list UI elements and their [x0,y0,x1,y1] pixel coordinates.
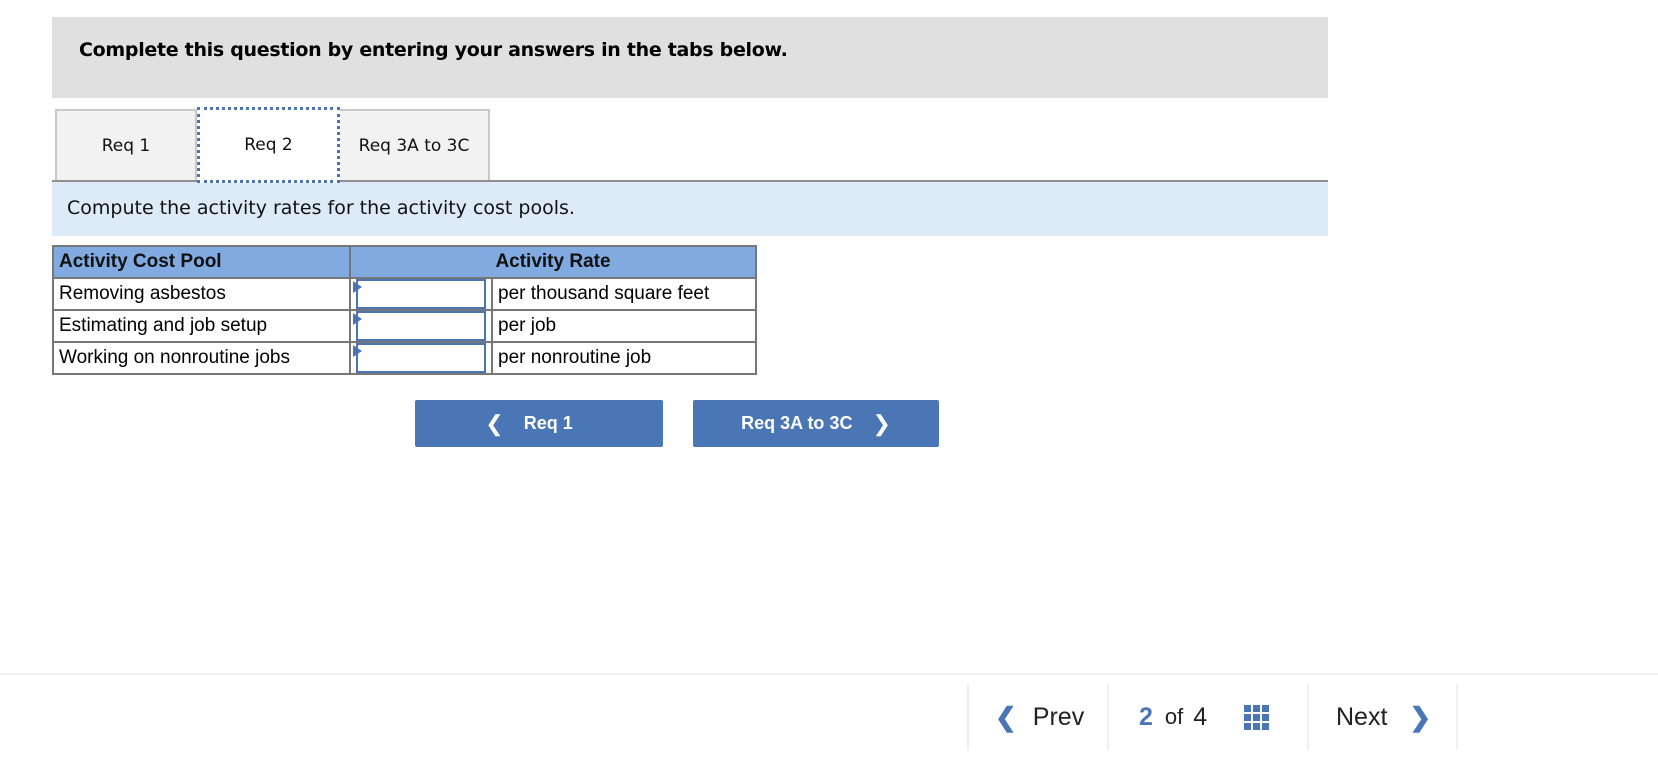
tab-req-1[interactable]: Req 1 [55,109,197,181]
input-marker-icon [353,345,362,357]
instructions-text: Complete this question by entering your … [79,39,788,61]
rate-unit: per nonroutine job [491,341,757,375]
footer-separator [967,684,969,750]
page-grid-button[interactable] [1244,684,1269,750]
prompt-banner: Compute the activity rates for the activ… [52,182,1328,236]
activity-rate-input-removing-asbestos[interactable] [356,279,486,309]
activity-rate-input-nonroutine-jobs[interactable] [356,343,486,373]
next-req-button[interactable]: Req 3A to 3C ❯ [693,400,939,447]
header-activity-rate: Activity Rate [349,245,757,279]
footer-separator [1107,684,1109,750]
tab-req-3a-to-3c[interactable]: Req 3A to 3C [340,109,490,181]
prompt-text: Compute the activity rates for the activ… [67,197,575,219]
cost-pool-name: Estimating and job setup [52,309,351,343]
activity-rate-table: Activity Cost Pool Activity Rate Removin… [52,245,757,375]
table-row: Estimating and job setup per job [52,309,757,343]
of-label: of [1164,704,1184,729]
activity-rate-input-estimating-job-setup[interactable] [356,311,486,341]
footer-prev-label: Prev [1032,702,1085,731]
footer-separator [1456,684,1458,750]
table-row: Removing asbestos per thousand square fe… [52,277,757,311]
footer-next-button[interactable]: Next ❯ [1336,684,1431,750]
rate-unit: per thousand square feet [491,277,757,311]
grid-icon [1244,704,1269,730]
next-req-label: Req 3A to 3C [741,413,853,433]
input-marker-icon [353,313,362,325]
prev-req-button[interactable]: ❮ Req 1 [415,400,663,447]
current-page: 2 [1139,702,1153,731]
chevron-right-icon: ❯ [1409,701,1432,732]
table-row: Working on nonroutine jobs per nonroutin… [52,341,757,375]
instructions-banner: Complete this question by entering your … [52,17,1328,98]
tab-req-2[interactable]: Req 2 [197,107,340,183]
table-header-row: Activity Cost Pool Activity Rate [52,245,757,279]
prev-req-label: Req 1 [523,413,573,433]
chevron-left-icon: ❮ [485,410,504,436]
chevron-right-icon: ❯ [872,410,891,436]
rate-unit: per job [491,309,757,343]
input-marker-icon [353,281,362,293]
cost-pool-name: Removing asbestos [52,277,351,311]
chevron-left-icon: ❮ [995,701,1017,732]
footer-next-label: Next [1336,702,1388,731]
footer-separator [1307,684,1309,750]
header-activity-cost-pool: Activity Cost Pool [52,245,351,279]
total-pages: 4 [1193,702,1208,731]
cost-pool-name: Working on nonroutine jobs [52,341,351,375]
page-indicator: 2 of 4 [1139,684,1207,750]
footer-prev-button[interactable]: ❮ Prev [995,684,1084,750]
footer-divider [0,673,1658,675]
